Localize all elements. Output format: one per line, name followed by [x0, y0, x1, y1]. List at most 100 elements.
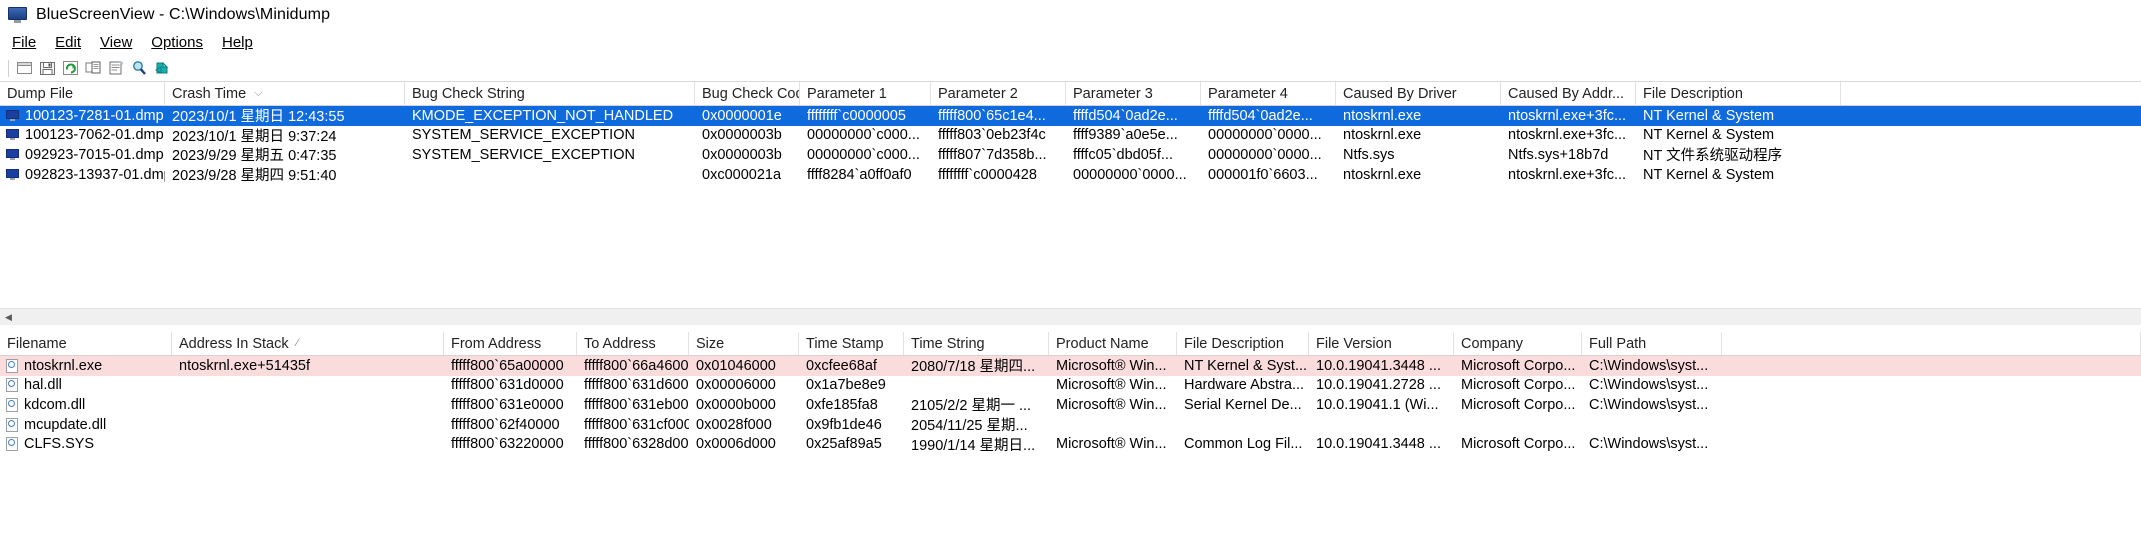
html-report-icon[interactable]	[151, 57, 174, 79]
column-label: Caused By Addr...	[1508, 85, 1625, 102]
cell-size: 0x0028f000	[696, 416, 772, 433]
cell-product-name: Microsoft® Win...	[1056, 357, 1167, 374]
cell-to-address: fffff800`66a46000	[584, 357, 689, 374]
cell-from-address: fffff800`631e0000	[451, 396, 564, 413]
cell-bug-check-code: 0xc000021a	[702, 166, 782, 183]
column-header-product-name[interactable]: Product Name	[1049, 332, 1177, 355]
column-header-file-version[interactable]: File Version	[1309, 332, 1454, 355]
cell-from-address: fffff800`63220000	[451, 436, 564, 453]
cell-company: Microsoft Corpo...	[1461, 357, 1576, 374]
dump-file-icon	[6, 109, 19, 122]
cell-size: 0x00006000	[696, 377, 776, 394]
cell-caused-by-driver: ntoskrnl.exe	[1343, 107, 1422, 124]
column-label: Crash Time	[172, 85, 247, 102]
menu-edit[interactable]: Edit	[46, 32, 91, 53]
cell-parameter-1: 00000000`c000...	[807, 127, 920, 144]
column-header-caused-by-address[interactable]: Caused By Addr...	[1501, 82, 1636, 105]
cell-parameter-3: 00000000`0000...	[1073, 166, 1187, 183]
cell-dump-file: 092923-7015-01.dmp	[0, 147, 165, 163]
column-header-caused-by-driver[interactable]: Caused By Driver	[1336, 82, 1501, 105]
pane-splitter[interactable]	[0, 325, 2141, 332]
cell-parameter-4: 00000000`0000...	[1208, 146, 1322, 163]
cell-file-version: 10.0.19041.3448 ...	[1316, 436, 1441, 453]
table-row[interactable]: ntoskrnl.exe ntoskrnl.exe+51435f fffff80…	[0, 356, 2141, 376]
cell-bug-check-string: SYSTEM_SERVICE_EXCEPTION	[412, 146, 635, 163]
cell-text: CLFS.SYS	[24, 436, 95, 453]
column-header-file-description[interactable]: File Description	[1636, 82, 1841, 105]
driver-file-icon	[6, 397, 18, 412]
column-header-file-description[interactable]: File Description	[1177, 332, 1309, 355]
table-row[interactable]: CLFS.SYS fffff800`63220000 fffff800`6328…	[0, 434, 2141, 454]
cell-full-path: C:\Windows\syst...	[1589, 357, 1709, 374]
cell-filename: ntoskrnl.exe	[0, 358, 172, 374]
cell-filename: hal.dll	[0, 377, 172, 393]
window-title: BlueScreenView - C:\Windows\Minidump	[36, 6, 331, 23]
monitor-icon	[8, 6, 27, 24]
dump-list-horizontal-scrollbar[interactable]: ◀	[0, 308, 2141, 325]
column-header-time-stamp[interactable]: Time Stamp	[799, 332, 904, 355]
column-header-filename[interactable]: Filename	[0, 332, 172, 355]
cell-company: Microsoft Corpo...	[1461, 377, 1576, 394]
column-header-parameter-2[interactable]: Parameter 2	[931, 82, 1066, 105]
column-header-bug-check-string[interactable]: Bug Check String	[405, 82, 695, 105]
cell-filename: mcupdate.dll	[0, 417, 172, 433]
column-header-to-address[interactable]: To Address	[577, 332, 689, 355]
column-header-dump-file[interactable]: Dump File	[0, 82, 165, 105]
table-row[interactable]: kdcom.dll fffff800`631e0000 fffff800`631…	[0, 395, 2141, 415]
cell-file-description: Serial Kernel De...	[1184, 396, 1302, 413]
column-header-parameter-1[interactable]: Parameter 1	[800, 82, 931, 105]
column-label: Parameter 1	[807, 85, 887, 102]
table-row[interactable]: 100123-7281-01.dmp 2023/10/1 星期日 12:43:5…	[0, 106, 2141, 126]
column-header-from-address[interactable]: From Address	[444, 332, 577, 355]
cell-from-address: fffff800`631d0000	[451, 377, 564, 394]
cell-time-string: 2054/11/25 星期...	[911, 418, 1028, 435]
column-label: File Version	[1316, 335, 1392, 352]
cell-full-path: C:\Windows\syst...	[1589, 396, 1709, 413]
bluescreenview-window: BlueScreenView - C:\Windows\Minidump Fil…	[0, 0, 2141, 546]
column-label: Bug Check String	[412, 85, 525, 102]
cell-parameter-2: fffff807`7d358b...	[938, 146, 1047, 163]
folder-window-icon[interactable]	[13, 57, 36, 79]
copy-icon[interactable]	[82, 57, 105, 79]
refresh-icon[interactable]	[59, 57, 82, 79]
menu-help[interactable]: Help	[213, 32, 263, 53]
cell-parameter-1: ffff8284`a0ff0af0	[807, 166, 912, 183]
magnifier-icon[interactable]	[128, 57, 151, 79]
table-row[interactable]: 092823-13937-01.dmp 2023/9/28 星期四 9:51:4…	[0, 165, 2141, 185]
cell-caused-by-driver: ntoskrnl.exe	[1343, 127, 1422, 144]
column-header-size[interactable]: Size	[689, 332, 799, 355]
floppy-disk-icon[interactable]	[36, 57, 59, 79]
table-row[interactable]: 092923-7015-01.dmp 2023/9/29 星期五 0:47:35…	[0, 145, 2141, 165]
scroll-track[interactable]	[17, 309, 2141, 325]
column-header-parameter-4[interactable]: Parameter 4	[1201, 82, 1336, 105]
cell-file-description: NT Kernel & System	[1643, 107, 1775, 124]
scroll-left-arrow[interactable]: ◀	[0, 309, 17, 325]
column-label: Address In Stack	[179, 335, 289, 352]
cell-file-version: 10.0.19041.2728 ...	[1316, 377, 1441, 394]
column-header-company[interactable]: Company	[1454, 332, 1582, 355]
dump-list-rows[interactable]: 100123-7281-01.dmp 2023/10/1 星期日 12:43:5…	[0, 106, 2141, 308]
column-header-parameter-3[interactable]: Parameter 3	[1066, 82, 1201, 105]
menu-view[interactable]: View	[91, 32, 142, 53]
cell-crash-time: 2023/9/29 星期五 0:47:35	[172, 148, 337, 165]
column-label: Parameter 3	[1073, 85, 1153, 102]
table-row[interactable]: mcupdate.dll fffff800`62f40000 fffff800`…	[0, 415, 2141, 435]
table-row[interactable]: 100123-7062-01.dmp 2023/10/1 星期日 9:37:24…	[0, 126, 2141, 146]
cell-crash-time: 2023/10/1 星期日 9:37:24	[172, 128, 337, 145]
column-header-address-in-stack[interactable]: Address In Stack ∕	[172, 332, 444, 355]
table-row[interactable]: hal.dll fffff800`631d0000 fffff800`631d6…	[0, 376, 2141, 396]
menu-file[interactable]: File	[8, 32, 46, 53]
cell-text: 092823-13937-01.dmp	[25, 166, 165, 183]
column-header-full-path[interactable]: Full Path	[1582, 332, 1722, 355]
menu-options[interactable]: Options	[142, 32, 213, 53]
column-label: Time String	[911, 335, 985, 352]
column-label: Filename	[7, 335, 67, 352]
properties-icon[interactable]	[105, 57, 128, 79]
cell-company: Microsoft Corpo...	[1461, 436, 1576, 453]
cell-file-description: Hardware Abstra...	[1184, 377, 1305, 394]
column-header-crash-time[interactable]: Crash Time ⌵	[165, 82, 405, 105]
column-header-bug-check-code[interactable]: Bug Check Code	[695, 82, 800, 105]
column-header-time-string[interactable]: Time String	[904, 332, 1049, 355]
drivers-list-rows[interactable]: ntoskrnl.exe ntoskrnl.exe+51435f fffff80…	[0, 356, 2141, 546]
column-label: Company	[1461, 335, 1524, 352]
